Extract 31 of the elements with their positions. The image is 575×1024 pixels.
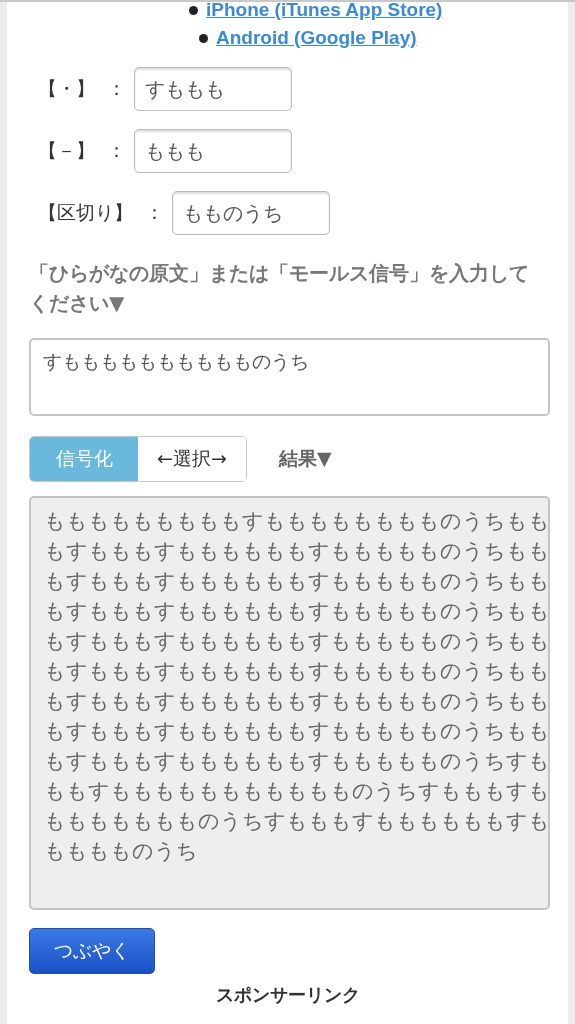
result-line: もももものうち: [44, 838, 198, 865]
input-textarea[interactable]: すもももももももももものうち: [29, 338, 550, 416]
colon-text: ：: [107, 76, 126, 101]
colon-text: ：: [145, 200, 164, 225]
input-field[interactable]: すももも: [134, 67, 292, 111]
result-line: ももすももももももももももものうちすもももすも: [44, 778, 550, 805]
result-line: もすもももすももももももすももももものうちもも: [44, 718, 550, 745]
result-line: ももももももものうちすもももすももももももすも: [44, 808, 550, 835]
result-line: もすもももすももももももすももももものうちすも: [44, 748, 550, 775]
input-field[interactable]: もものうち: [172, 191, 330, 235]
section-heading: スポンサーリンク: [214, 984, 361, 1006]
tweet-button[interactable]: つぶやく: [29, 928, 155, 974]
bullet-icon: [199, 33, 208, 43]
store-link[interactable]: Android (Google Play): [216, 27, 417, 49]
result-line: もすもももすももももももすももももものうちもも: [44, 598, 550, 625]
input-prompt: 「ひらがなの原文」または「モールス信号」を入力してください▼: [29, 260, 530, 317]
setting-label: 【－】: [38, 138, 95, 163]
result-line: もすもももすももももももすももももものうちもも: [44, 538, 550, 565]
result-line: もすもももすももももももすももももものうちもも: [44, 658, 550, 685]
setting-label: 【区切り】: [38, 200, 133, 225]
result-label: 結果▼: [279, 446, 332, 471]
colon-text: ：: [107, 138, 126, 163]
store-link[interactable]: iPhone (iTunes App Store): [206, 2, 443, 21]
result-line: もすもももすももももももすももももものうちもも: [44, 688, 550, 715]
setting-label: 【・】: [38, 76, 95, 101]
result-line: もすもももすももももももすももももものうちもも: [44, 568, 550, 595]
result-line: もすもももすももももももすももももものうちもも: [44, 628, 550, 655]
bullet-icon: [189, 5, 198, 15]
result-line: もももももももももすもももももももものうちもも: [44, 508, 550, 535]
input-field[interactable]: ももも: [134, 129, 292, 173]
result-textarea[interactable]: [29, 496, 550, 910]
